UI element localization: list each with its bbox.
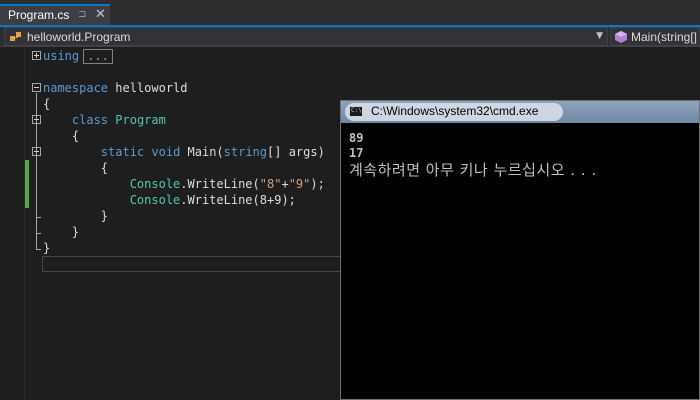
expression: 8+9 bbox=[259, 193, 282, 207]
method-name: Main( bbox=[180, 145, 224, 159]
collapse-icon[interactable] bbox=[32, 83, 41, 92]
gutter-separator bbox=[24, 47, 25, 400]
operator: + bbox=[281, 177, 289, 191]
console-title: C:\Windows\system32\cmd.exe bbox=[371, 104, 539, 118]
keyword: using bbox=[43, 49, 80, 63]
code-line-brace: { bbox=[43, 160, 108, 176]
cmd-icon-text: C:\ bbox=[351, 107, 362, 114]
console-titlebar[interactable]: C:\ C:\Windows\system32\cmd.exe bbox=[341, 101, 699, 123]
collapsed-region[interactable]: ... bbox=[83, 49, 113, 64]
parameters: [] args) bbox=[267, 145, 325, 159]
output-line: 89 bbox=[349, 131, 364, 145]
member-dropdown[interactable]: Main(string[] bbox=[610, 27, 700, 46]
chevron-down-icon[interactable]: ▼ bbox=[596, 31, 603, 41]
close-icon[interactable]: ✕ bbox=[95, 7, 106, 22]
code-line-brace: } bbox=[43, 224, 79, 240]
brace: { bbox=[43, 97, 51, 111]
collapse-icon[interactable] bbox=[32, 115, 41, 124]
fold-guide-end bbox=[36, 249, 41, 250]
tab-strip: Program.cs ⊐ ✕ bbox=[0, 0, 700, 25]
collapse-icon[interactable] bbox=[32, 147, 41, 156]
press-any-key-message: 계속하려면 아무 키나 누르십시오 . . . bbox=[349, 161, 597, 179]
scope-label: helloworld.Program bbox=[27, 30, 131, 44]
code-line-using: using... bbox=[43, 48, 113, 64]
code-line-brace: { bbox=[43, 128, 79, 144]
string-literal: "9" bbox=[288, 177, 311, 191]
console-window[interactable]: C:\ C:\Windows\system32\cmd.exe 89 17 계속… bbox=[340, 100, 700, 400]
keyword: string bbox=[223, 145, 268, 159]
member-label: Main(string[] bbox=[631, 30, 698, 44]
change-marker bbox=[25, 160, 29, 208]
expand-icon[interactable] bbox=[32, 51, 41, 60]
fold-guide-end bbox=[36, 233, 41, 234]
output-line: 17 bbox=[349, 146, 364, 160]
keyword: namespace bbox=[43, 81, 109, 95]
class-name: Program bbox=[115, 113, 166, 127]
method-icon bbox=[615, 31, 627, 43]
punctuation: ); bbox=[310, 177, 325, 191]
pin-icon[interactable]: ⊐ bbox=[78, 9, 86, 20]
brace: } bbox=[71, 225, 80, 239]
code-line-brace: } bbox=[43, 208, 108, 224]
method-call: .WriteLine( bbox=[180, 193, 260, 207]
type-name: Console bbox=[129, 193, 181, 207]
code-line-main: static void Main(string[] args) bbox=[43, 144, 325, 160]
fold-guide-end bbox=[36, 217, 41, 218]
scope-dropdown[interactable]: helloworld.Program ▼ bbox=[4, 27, 608, 46]
brace: { bbox=[100, 161, 109, 175]
keyword: void bbox=[151, 145, 181, 159]
tab-program-cs[interactable]: Program.cs ⊐ ✕ bbox=[0, 4, 110, 25]
class-icon bbox=[10, 32, 21, 41]
keyword: static bbox=[100, 145, 145, 159]
namespace-name: helloworld bbox=[108, 81, 188, 95]
punctuation: ); bbox=[281, 193, 296, 207]
code-line-class: class Program bbox=[43, 112, 166, 128]
navigation-bar: helloworld.Program ▼ Main(string[] bbox=[0, 27, 700, 47]
code-line-writeline-2: Console.WriteLine(8+9); bbox=[43, 192, 296, 208]
method-call: .WriteLine( bbox=[180, 177, 260, 191]
keyword: class bbox=[71, 113, 109, 127]
code-line-writeline-1: Console.WriteLine("8"+"9"); bbox=[43, 176, 325, 192]
console-output[interactable]: 89 17 계속하려면 아무 키나 누르십시오 . . . bbox=[349, 131, 597, 179]
brace: } bbox=[100, 209, 109, 223]
brace: { bbox=[71, 129, 80, 143]
type-name: Console bbox=[129, 177, 181, 191]
tab-title: Program.cs bbox=[8, 8, 70, 22]
brace: } bbox=[43, 241, 51, 255]
cmd-icon[interactable]: C:\ bbox=[349, 106, 363, 117]
code-line-brace: } bbox=[43, 240, 50, 256]
code-line-namespace: namespace helloworld bbox=[43, 80, 188, 96]
code-line-brace: { bbox=[43, 96, 50, 112]
string-literal: "8" bbox=[259, 177, 282, 191]
